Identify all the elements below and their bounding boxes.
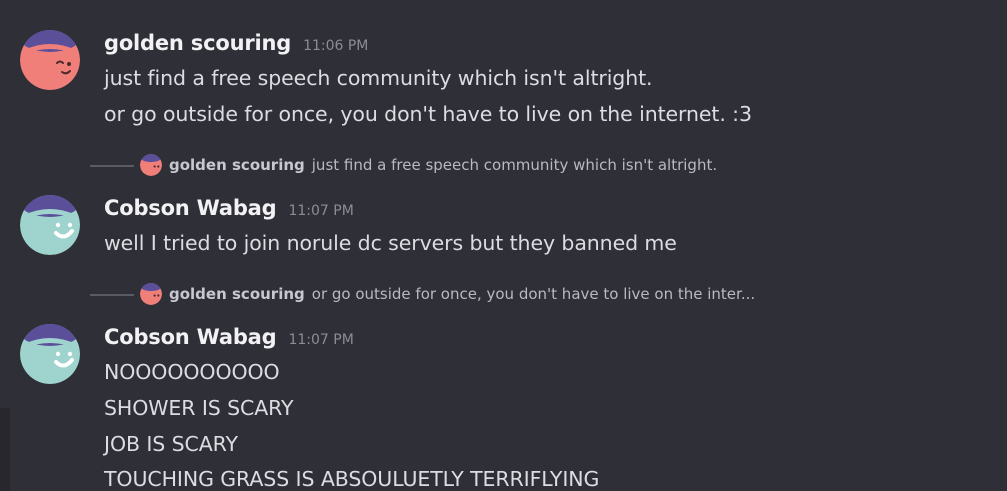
reply-text[interactable]: or go outside for once, you don't have t… [312,285,755,303]
timestamp[interactable]: 11:07 PM [288,203,353,219]
reply-text[interactable]: just find a free speech community which … [312,156,717,174]
reply-author[interactable]: golden scouring [169,285,305,303]
reply-connector [90,165,134,174]
message-text: just find a free speech community which … [104,66,653,90]
message-text: TOUCHING GRASS IS ABSOULUETLY TERRIFLYIN… [104,467,600,491]
golden-scouring-avatar-icon[interactable] [20,30,80,90]
timestamp[interactable]: 11:07 PM [288,332,353,348]
message-text: or go outside for once, you don't have t… [104,102,752,126]
username[interactable]: Cobson Wabag [104,325,277,349]
message-text: well I tried to join norule dc servers b… [104,231,677,255]
message-text: SHOWER IS SCARY [104,396,294,420]
message-header: Cobson Wabag 11:07 PM [104,196,354,220]
message-header: Cobson Wabag 11:07 PM [104,325,354,349]
message-text: NOOOOOOOOOO [104,360,280,384]
message-text: JOB IS SCARY [104,432,238,456]
username[interactable]: Cobson Wabag [104,196,277,220]
chat-view: golden scouring 11:06 PM just find a fre… [0,0,1007,491]
sidebar-edge [0,408,10,491]
message-header: golden scouring 11:06 PM [104,31,368,55]
reply-avatar-icon [140,154,162,176]
reply-connector [90,294,134,303]
cobson-wabag-avatar-icon[interactable] [20,324,80,384]
username[interactable]: golden scouring [104,31,291,55]
reply-author[interactable]: golden scouring [169,156,305,174]
cobson-wabag-avatar-icon[interactable] [20,195,80,255]
reply-preview[interactable]: golden scouring just find a free speech … [90,153,717,177]
reply-preview[interactable]: golden scouring or go outside for once, … [90,282,755,306]
reply-avatar-icon [140,283,162,305]
timestamp[interactable]: 11:06 PM [303,38,368,54]
